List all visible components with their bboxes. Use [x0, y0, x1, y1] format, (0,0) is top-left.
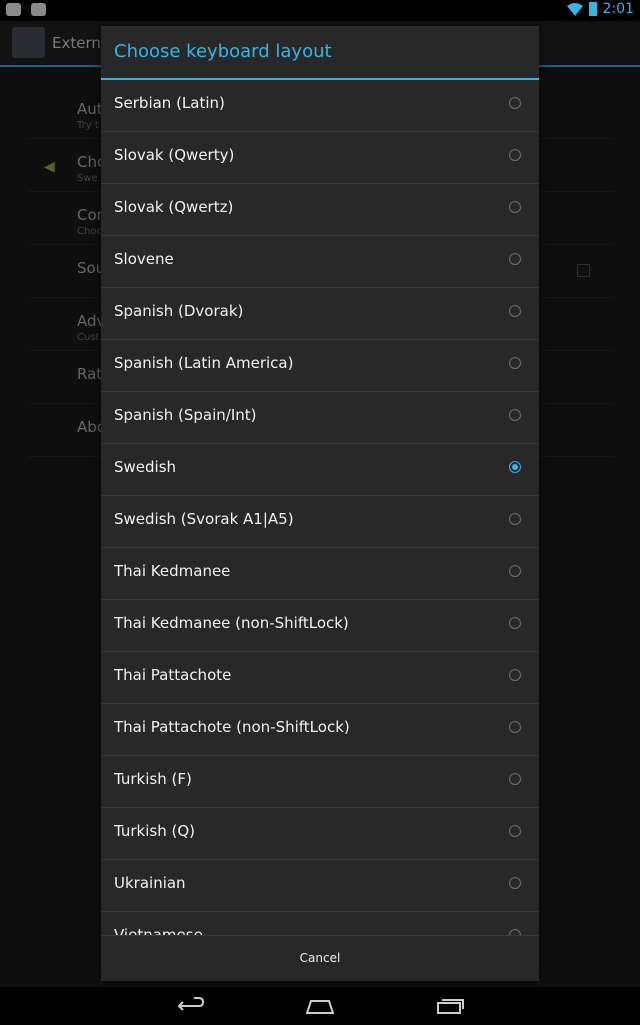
status-bar: 2:01 [0, 0, 640, 21]
shopping-bag-icon [31, 3, 46, 16]
keyboard-layout-dialog: Choose keyboard layout Serbian (Latin) Sl… [101, 26, 539, 981]
cancel-button[interactable]: Cancel [101, 936, 539, 981]
notification-icons [6, 3, 46, 16]
layout-option-label: Turkish (F) [114, 770, 192, 788]
radio-button[interactable] [509, 357, 521, 369]
radio-button[interactable] [509, 513, 521, 525]
android-icon [6, 3, 21, 16]
radio-button[interactable] [509, 97, 521, 109]
home-icon [305, 1000, 335, 1014]
layout-option-label: Thai Kedmanee (non-ShiftLock) [114, 614, 349, 632]
layout-option-label: Thai Pattachote [114, 666, 232, 684]
navigation-bar [0, 987, 640, 1025]
radio-button[interactable] [509, 201, 521, 213]
layout-option[interactable]: Slovak (Qwerty) [101, 132, 539, 184]
layout-option-label: Slovak (Qwertz) [114, 198, 234, 216]
dialog-header: Choose keyboard layout [101, 26, 539, 80]
layout-option[interactable]: Spanish (Spain/Int) [101, 392, 539, 444]
layout-option-label: Spanish (Spain/Int) [114, 406, 257, 424]
radio-button[interactable] [509, 565, 521, 577]
radio-button[interactable] [509, 305, 521, 317]
layout-option[interactable]: Turkish (F) [101, 756, 539, 808]
layout-option[interactable]: Turkish (Q) [101, 808, 539, 860]
layout-option-label: Spanish (Latin America) [114, 354, 294, 372]
layout-option[interactable]: Thai Pattachote [101, 652, 539, 704]
layout-option-label: Thai Pattachote (non-ShiftLock) [114, 718, 350, 736]
recent-apps-icon [437, 999, 464, 1014]
radio-button[interactable] [509, 409, 521, 421]
battery-icon [588, 2, 597, 16]
layout-option[interactable]: Thai Pattachote (non-ShiftLock) [101, 704, 539, 756]
layout-option[interactable]: Swedish [101, 444, 539, 496]
layout-option[interactable]: Ukrainian [101, 860, 539, 912]
radio-button[interactable] [509, 461, 521, 473]
radio-button[interactable] [509, 253, 521, 265]
radio-button[interactable] [509, 617, 521, 629]
layout-option[interactable]: Thai Kedmanee [101, 548, 539, 600]
dialog-title: Choose keyboard layout [114, 41, 332, 62]
radio-button[interactable] [509, 669, 521, 681]
radio-button[interactable] [509, 825, 521, 837]
layout-option-label: Serbian (Latin) [114, 94, 225, 112]
layout-option[interactable]: Slovak (Qwertz) [101, 184, 539, 236]
layout-option-label: Swedish [114, 458, 177, 476]
layout-option-label: Slovene [114, 250, 174, 268]
radio-button[interactable] [509, 773, 521, 785]
layout-option[interactable]: Spanish (Dvorak) [101, 288, 539, 340]
back-button[interactable] [174, 994, 208, 1018]
layout-option[interactable]: Serbian (Latin) [101, 80, 539, 132]
layout-option[interactable]: Vietnamese [101, 912, 539, 936]
layout-option-label: Ukrainian [114, 874, 186, 892]
wifi-icon [566, 3, 583, 16]
layout-option-label: Swedish (Svorak A1|A5) [114, 510, 294, 528]
system-icons: 2:01 [566, 1, 634, 17]
back-icon [177, 997, 205, 1011]
radio-button[interactable] [509, 149, 521, 161]
layout-option[interactable]: Swedish (Svorak A1|A5) [101, 496, 539, 548]
dialog-footer: Cancel [101, 935, 539, 981]
home-button[interactable] [303, 994, 337, 1018]
layout-option[interactable]: Spanish (Latin America) [101, 340, 539, 392]
layout-option-label: Turkish (Q) [114, 822, 196, 840]
layout-option[interactable]: Thai Kedmanee (non-ShiftLock) [101, 600, 539, 652]
radio-button[interactable] [509, 721, 521, 733]
clock: 2:01 [602, 1, 634, 17]
layout-option[interactable]: Slovene [101, 236, 539, 288]
layout-option-label: Spanish (Dvorak) [114, 302, 244, 320]
recent-apps-button[interactable] [433, 994, 467, 1018]
layout-option-label: Thai Kedmanee [114, 562, 231, 580]
radio-button[interactable] [509, 877, 521, 889]
layout-option-label: Slovak (Qwerty) [114, 146, 235, 164]
layout-options-list[interactable]: Serbian (Latin) Slovak (Qwerty) Slovak (Qw… [101, 80, 539, 936]
